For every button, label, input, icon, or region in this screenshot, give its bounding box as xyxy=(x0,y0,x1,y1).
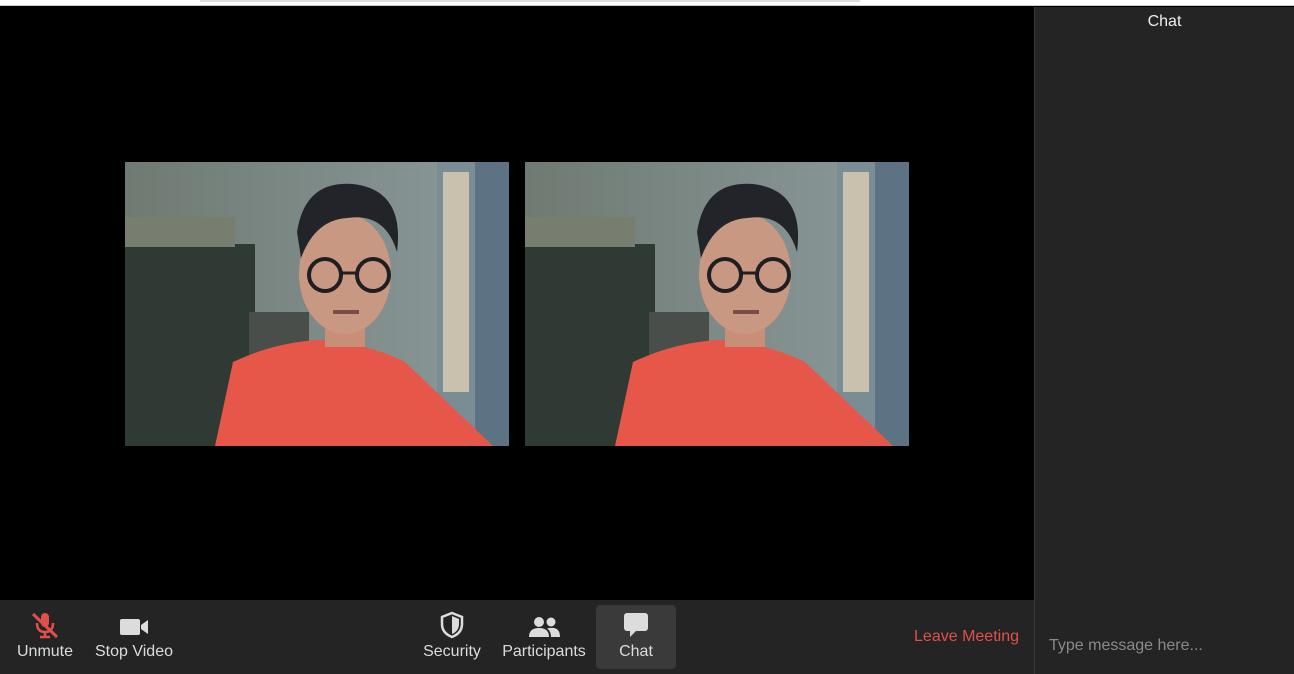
mic-muted-icon xyxy=(29,609,61,639)
unmute-label: Unmute xyxy=(16,643,74,660)
video-stage xyxy=(0,7,1034,600)
stop-video-button[interactable]: Stop Video xyxy=(90,605,178,669)
participant-video-feed xyxy=(525,162,909,446)
address-bar-edge xyxy=(200,0,860,2)
chat-panel: Chat xyxy=(1034,7,1294,674)
participants-label: Participants xyxy=(502,643,586,660)
unmute-button[interactable]: Unmute xyxy=(10,605,80,669)
chat-label: Chat xyxy=(619,643,653,660)
leave-meeting-button[interactable]: Leave Meeting xyxy=(914,628,1019,646)
people-icon xyxy=(527,609,561,639)
participants-button[interactable]: Participants xyxy=(498,605,590,669)
security-label: Security xyxy=(423,643,481,660)
chat-bubble-icon xyxy=(622,609,650,639)
participant-video-feed xyxy=(125,162,509,446)
video-tile-participant xyxy=(525,162,909,446)
video-tile-self xyxy=(125,162,509,446)
shield-icon xyxy=(439,609,465,639)
meeting-toolbar: Unmute Stop Video Security Participants … xyxy=(0,600,1034,674)
stop-video-label: Stop Video xyxy=(95,643,173,660)
chat-message-input[interactable] xyxy=(1035,618,1294,674)
chat-panel-title: Chat xyxy=(1147,13,1182,30)
video-camera-icon xyxy=(118,609,150,639)
security-button[interactable]: Security xyxy=(418,605,486,669)
chat-button[interactable]: Chat xyxy=(596,605,676,669)
browser-chrome-strip xyxy=(0,0,1294,6)
